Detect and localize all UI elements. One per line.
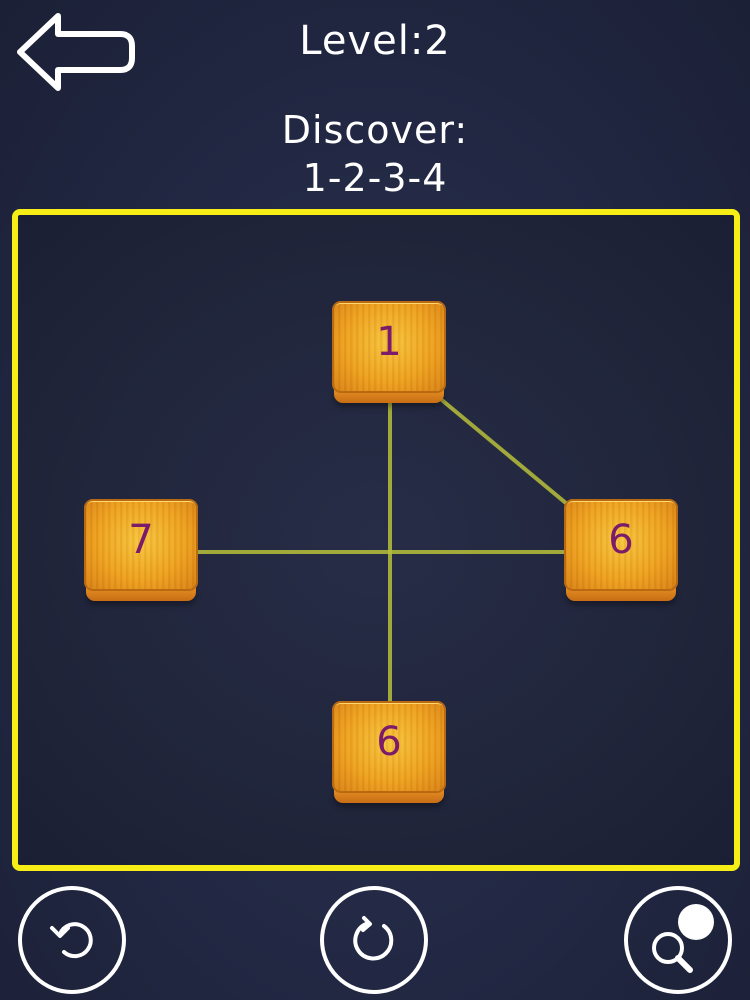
- restart-icon: [353, 916, 394, 961]
- game-board: 1 7 6 6: [12, 209, 740, 871]
- tile-number: 6: [376, 719, 402, 765]
- undo-button[interactable]: [18, 886, 126, 994]
- tile-number: 1: [376, 319, 402, 365]
- level-title: Level:2: [299, 18, 451, 64]
- hint-magnifier-icon: [652, 904, 714, 973]
- tile-4[interactable]: 6: [332, 701, 446, 805]
- undo-icon: [50, 922, 93, 959]
- tile-number: 6: [608, 517, 634, 563]
- discover-panel: Discover: 1-2-3-4: [0, 106, 750, 202]
- tile-number: 7: [128, 517, 154, 563]
- tile-2[interactable]: 7: [84, 499, 198, 603]
- restart-button[interactable]: [320, 886, 428, 994]
- tile-1[interactable]: 1: [332, 301, 446, 405]
- discover-sequence: 1-2-3-4: [302, 156, 448, 200]
- discover-label: Discover:: [281, 108, 469, 152]
- hint-button[interactable]: [624, 886, 732, 994]
- tile-3[interactable]: 6: [564, 499, 678, 603]
